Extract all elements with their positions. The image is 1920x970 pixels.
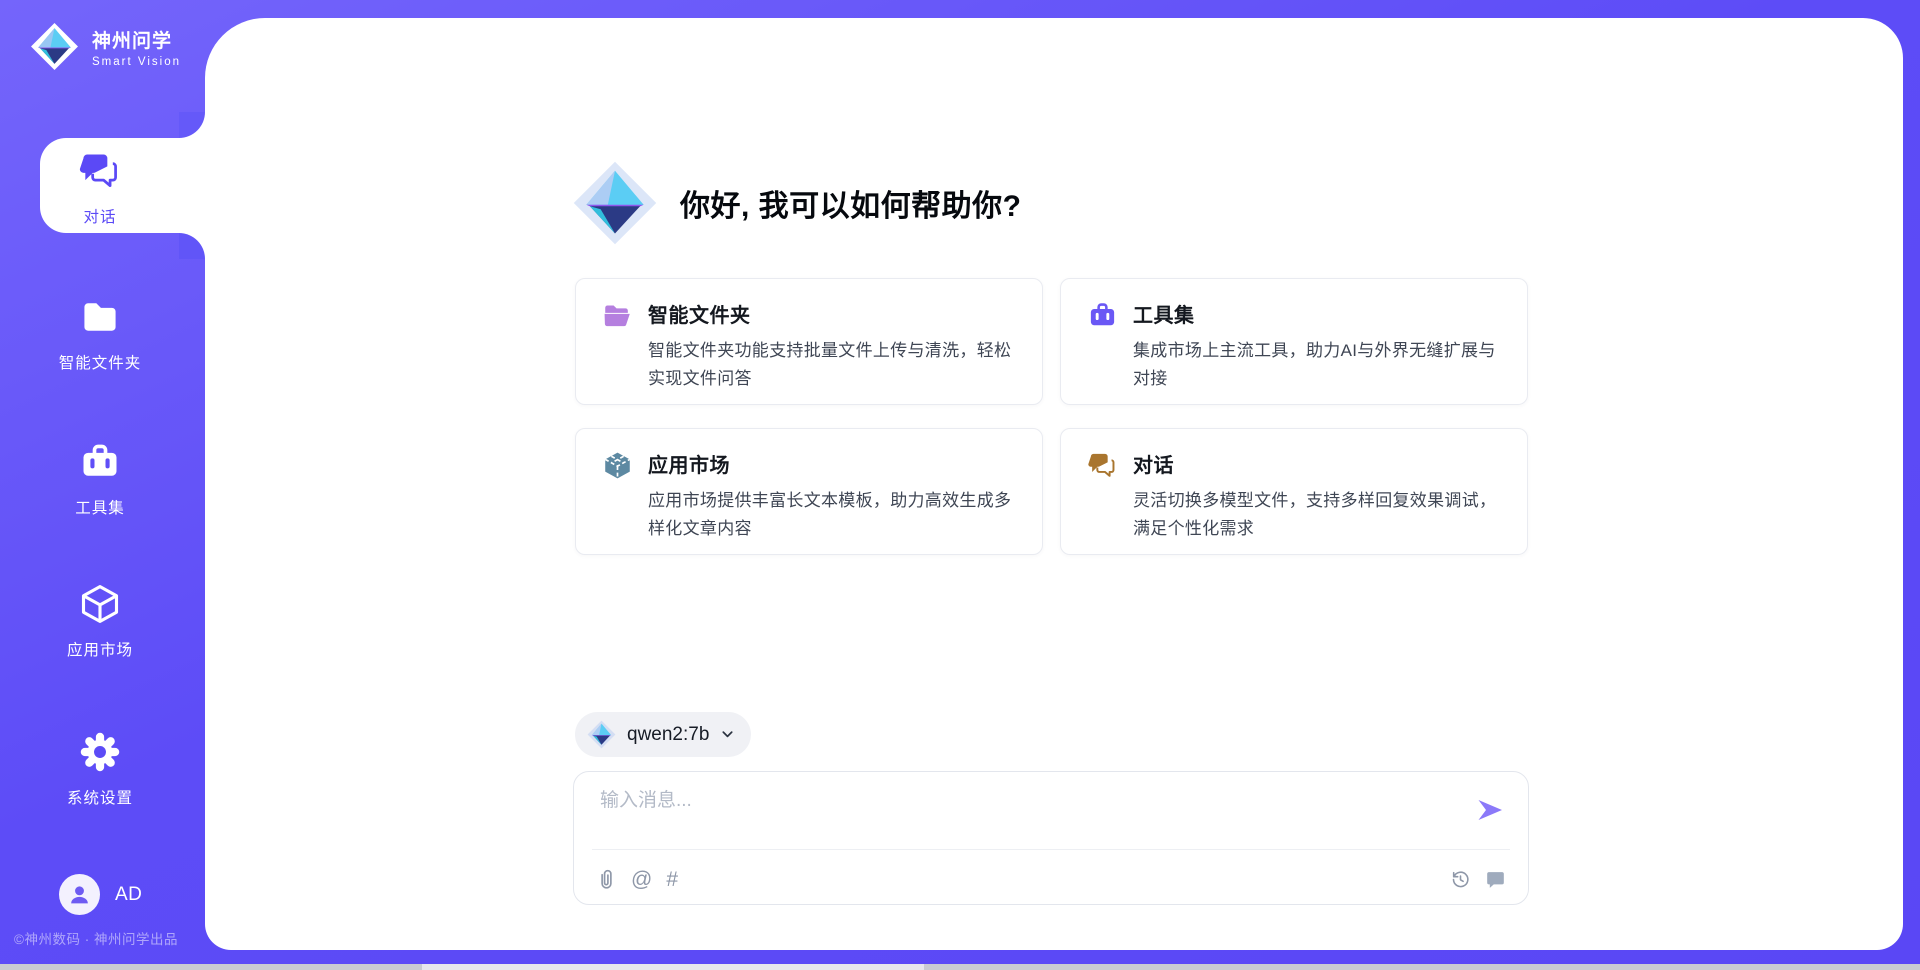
- sidebar: 神州问学 Smart Vision 对话 智能文件夹 工具集 应: [0, 0, 205, 970]
- message-input[interactable]: [600, 785, 1440, 843]
- user-initials: AD: [115, 884, 142, 906]
- card-description: 集成市场上主流工具，助力AI与外界无缝扩展与对接: [1133, 337, 1501, 393]
- message-composer: @ #: [573, 771, 1529, 905]
- send-icon[interactable]: [1476, 796, 1504, 824]
- sidebar-item-toolset[interactable]: 工具集: [0, 440, 200, 518]
- card-chat[interactable]: 对话 灵活切换多模型文件，支持多样回复效果调试，满足个性化需求: [1060, 428, 1528, 555]
- hashtag-icon[interactable]: #: [666, 869, 678, 890]
- card-app-market[interactable]: 应用市场 应用市场提供丰富长文本模板，助力高效生成多样化文章内容: [575, 428, 1043, 555]
- gear-icon: [78, 730, 122, 774]
- chat-icon: [1087, 449, 1133, 554]
- card-toolset[interactable]: 工具集 集成市场上主流工具，助力AI与外界无缝扩展与对接: [1060, 278, 1528, 405]
- brand-name-zh: 神州问学: [92, 26, 181, 53]
- card-title: 应用市场: [648, 449, 1016, 478]
- horizontal-scrollbar[interactable]: [0, 964, 1920, 970]
- composer-divider: [592, 849, 1510, 850]
- sidebar-item-label: 对话: [40, 205, 160, 227]
- scrollbar-thumb[interactable]: [422, 964, 924, 970]
- card-description: 应用市场提供丰富长文本模板，助力高效生成多样化文章内容: [648, 487, 1016, 543]
- sidebar-item-label: 智能文件夹: [0, 351, 200, 373]
- chat-icon: [78, 149, 122, 193]
- tab-fillet-bottom: [179, 233, 205, 259]
- greeting-title: 你好, 我可以如何帮助你?: [680, 181, 1022, 225]
- sidebar-item-label: 应用市场: [0, 638, 200, 660]
- cube-icon: [78, 582, 122, 626]
- card-title: 工具集: [1133, 299, 1501, 328]
- user-profile[interactable]: AD: [59, 874, 142, 915]
- model-name: qwen2:7b: [627, 724, 709, 746]
- greeting: 你好, 我可以如何帮助你?: [572, 160, 1022, 246]
- person-icon: [67, 882, 92, 907]
- card-smart-folder[interactable]: 智能文件夹 智能文件夹功能支持批量文件上传与清洗，轻松实现文件问答: [575, 278, 1043, 405]
- card-description: 智能文件夹功能支持批量文件上传与清洗，轻松实现文件问答: [648, 337, 1016, 393]
- card-description: 灵活切换多模型文件，支持多样回复效果调试，满足个性化需求: [1133, 487, 1501, 543]
- tab-fillet-top: [179, 112, 205, 138]
- history-icon[interactable]: [1450, 869, 1471, 890]
- mention-icon[interactable]: @: [631, 869, 652, 890]
- cube-grid-icon: [602, 449, 648, 554]
- folder-icon: [78, 295, 122, 339]
- sidebar-item-settings[interactable]: 系统设置: [0, 730, 200, 808]
- card-title: 智能文件夹: [648, 299, 1016, 328]
- sidebar-item-label: 工具集: [0, 496, 200, 518]
- card-title: 对话: [1133, 449, 1501, 478]
- attachment-icon[interactable]: [596, 868, 617, 891]
- sidebar-item-app-market[interactable]: 应用市场: [0, 582, 200, 660]
- folder-open-icon: [602, 299, 648, 404]
- copyright-text: ©神州数码 · 神州问学出品: [14, 928, 178, 948]
- chevron-down-icon: [720, 727, 735, 742]
- sidebar-item-smart-folder[interactable]: 智能文件夹: [0, 295, 200, 373]
- model-selector[interactable]: qwen2:7b: [575, 712, 751, 757]
- diamond-logo-icon: [587, 720, 616, 749]
- briefcase-icon: [1087, 299, 1133, 404]
- diamond-logo-icon: [572, 160, 658, 246]
- brand-logo: 神州问学 Smart Vision: [30, 22, 181, 71]
- brand-name-en: Smart Vision: [92, 56, 181, 68]
- sidebar-item-chat[interactable]: 对话: [0, 149, 160, 227]
- feature-cards: 智能文件夹 智能文件夹功能支持批量文件上传与清洗，轻松实现文件问答 工具集 集成…: [575, 278, 1528, 555]
- briefcase-icon: [78, 440, 122, 484]
- sidebar-item-label: 系统设置: [0, 786, 200, 808]
- avatar: [59, 874, 100, 915]
- diamond-logo-icon: [30, 22, 79, 71]
- comment-icon[interactable]: [1485, 869, 1506, 890]
